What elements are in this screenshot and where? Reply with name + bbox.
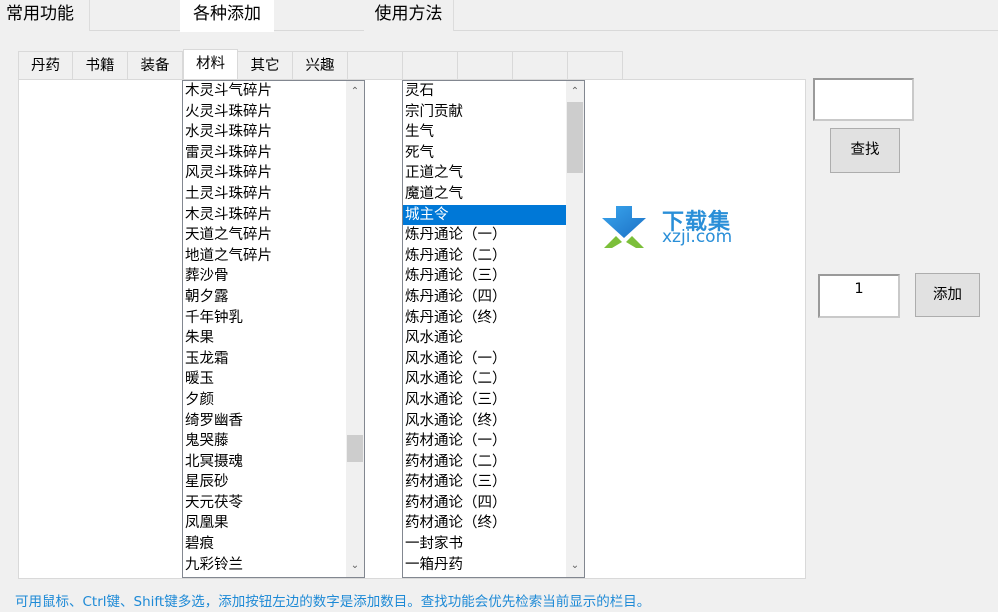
list-item[interactable]: 炼丹通论（终） bbox=[403, 308, 566, 329]
download-arrow-icon bbox=[602, 206, 646, 248]
search-input[interactable] bbox=[813, 78, 914, 121]
subtab-1[interactable]: 书籍 bbox=[73, 51, 128, 80]
subtab-4[interactable]: 其它 bbox=[238, 51, 293, 80]
list-item[interactable]: 暖玉 bbox=[183, 369, 346, 390]
scroll-down-icon[interactable]: ⌄ bbox=[566, 557, 584, 575]
list-item[interactable]: 鬼哭藤 bbox=[183, 431, 346, 452]
scroll-thumb[interactable] bbox=[567, 102, 583, 173]
others-list-items: 灵石 宗门贡献 生气 死气 正道之气 魔道之气 城主令 炼丹通论（一） 炼丹通论（二） 炼丹通论（… bbox=[403, 81, 566, 577]
list-item[interactable]: 朱果 bbox=[183, 328, 346, 349]
quantity-input[interactable] bbox=[818, 274, 900, 318]
subtab-empty bbox=[513, 51, 568, 80]
list-item[interactable]: 天道之气碎片 bbox=[183, 225, 346, 246]
list-item[interactable]: 木灵斗珠碎片 bbox=[183, 205, 346, 226]
subtab-0[interactable]: 丹药 bbox=[18, 51, 73, 80]
list-item[interactable]: 碧痕 bbox=[183, 534, 346, 555]
list-item[interactable]: 土灵斗珠碎片 bbox=[183, 184, 346, 205]
scroll-up-icon[interactable]: ⌃ bbox=[346, 83, 364, 101]
list-item[interactable]: 朝夕露 bbox=[183, 287, 346, 308]
list-item[interactable]: 一箱丹药 bbox=[403, 555, 566, 576]
list-item[interactable]: 药材通论（二） bbox=[403, 452, 566, 473]
list-item[interactable]: 死气 bbox=[403, 143, 566, 164]
list-item[interactable]: 天元茯苓 bbox=[183, 493, 346, 514]
subtab-empty bbox=[348, 51, 403, 80]
subtab-2[interactable]: 装备 bbox=[128, 51, 183, 80]
list-item[interactable]: 绮罗幽香 bbox=[183, 411, 346, 432]
list-item[interactable]: 地道之气碎片 bbox=[183, 246, 346, 267]
list-item[interactable]: 风水通论（二） bbox=[403, 369, 566, 390]
subtab-3[interactable]: 材料 bbox=[183, 49, 238, 81]
main-tab-bar: 常用功能 各种添加 使用方法 bbox=[0, 0, 998, 32]
list-item[interactable]: 北冥摄魂 bbox=[183, 452, 346, 473]
list-item[interactable]: 玉龙霜 bbox=[183, 349, 346, 370]
list-item[interactable]: 风水通论（一） bbox=[403, 349, 566, 370]
scroll-thumb[interactable] bbox=[347, 435, 363, 462]
list-item[interactable]: 药材通论（四） bbox=[403, 493, 566, 514]
materials-list-items: 木灵斗气碎片 火灵斗珠碎片 水灵斗珠碎片 雷灵斗珠碎片 风灵斗珠碎片 土灵斗珠碎片 木灵斗珠… bbox=[183, 81, 346, 577]
scroll-up-icon[interactable]: ⌃ bbox=[566, 83, 584, 101]
list-item[interactable]: 一封家书 bbox=[403, 534, 566, 555]
list-item[interactable]: 城主令 bbox=[403, 204, 566, 226]
materials-listbox[interactable]: 木灵斗气碎片 火灵斗珠碎片 水灵斗珠碎片 雷灵斗珠碎片 风灵斗珠碎片 土灵斗珠碎片 木灵斗珠… bbox=[182, 80, 365, 578]
list-item[interactable]: 凤凰果 bbox=[183, 513, 346, 534]
others-scrollbar[interactable]: ⌃ ⌄ bbox=[566, 81, 584, 577]
list-item[interactable]: 九彩铃兰 bbox=[183, 555, 346, 576]
list-item[interactable]: 星辰砂 bbox=[183, 472, 346, 493]
list-item[interactable]: 药材通论（一） bbox=[403, 431, 566, 452]
list-item[interactable]: 生气 bbox=[403, 122, 566, 143]
list-item[interactable]: 灵石 bbox=[403, 81, 566, 102]
list-item[interactable]: 药材通论（三） bbox=[403, 472, 566, 493]
usage-hint: 可用鼠标、Ctrl键、Shift键多选，添加按钮左边的数字是添加数目。查找功能会… bbox=[15, 594, 651, 610]
list-item[interactable]: 风水通论（三） bbox=[403, 390, 566, 411]
list-item[interactable]: 炼丹通论（四） bbox=[403, 287, 566, 308]
list-item[interactable]: 火灵斗珠碎片 bbox=[183, 102, 346, 123]
logo-text-en: xzji.com bbox=[662, 227, 733, 247]
list-item[interactable]: 风灵斗珠碎片 bbox=[183, 163, 346, 184]
subtab-empty bbox=[458, 51, 513, 80]
add-button[interactable]: 添加 bbox=[915, 273, 980, 317]
list-item[interactable]: 宗门贡献 bbox=[403, 102, 566, 123]
tab-various-add[interactable]: 各种添加 bbox=[180, 0, 274, 32]
list-item[interactable]: 风水通论（终） bbox=[403, 411, 566, 432]
list-item[interactable]: 风水通论 bbox=[403, 328, 566, 349]
list-item[interactable]: 葬沙骨 bbox=[183, 266, 346, 287]
list-item[interactable]: 正道之气 bbox=[403, 163, 566, 184]
list-item[interactable]: 药材通论（终） bbox=[403, 513, 566, 534]
list-item[interactable]: 雷灵斗珠碎片 bbox=[183, 143, 346, 164]
scroll-down-icon[interactable]: ⌄ bbox=[346, 557, 364, 575]
watermark-logo: 下载集 xzji.com bbox=[602, 204, 742, 250]
list-item[interactable]: 炼丹通论（一） bbox=[403, 225, 566, 246]
subtab-empty bbox=[568, 51, 623, 80]
others-listbox[interactable]: 灵石 宗门贡献 生气 死气 正道之气 魔道之气 城主令 炼丹通论（一） 炼丹通论（二） 炼丹通论（… bbox=[402, 80, 585, 578]
list-item[interactable]: 炼丹通论（二） bbox=[403, 246, 566, 267]
list-item[interactable]: 水灵斗珠碎片 bbox=[183, 122, 346, 143]
subtab-empty bbox=[403, 51, 458, 80]
tab-usage[interactable]: 使用方法 bbox=[364, 0, 454, 31]
list-item[interactable]: 夕颜 bbox=[183, 390, 346, 411]
list-item[interactable]: 魔道之气 bbox=[403, 184, 566, 205]
materials-scrollbar[interactable]: ⌃ ⌄ bbox=[346, 81, 364, 577]
find-button[interactable]: 查找 bbox=[830, 128, 900, 173]
list-item[interactable]: 炼丹通论（三） bbox=[403, 266, 566, 287]
list-item[interactable]: 千年钟乳 bbox=[183, 308, 346, 329]
list-item[interactable]: 木灵斗气碎片 bbox=[183, 81, 346, 102]
tab-common-functions[interactable]: 常用功能 bbox=[0, 0, 90, 31]
subtab-5[interactable]: 兴趣 bbox=[293, 51, 348, 80]
